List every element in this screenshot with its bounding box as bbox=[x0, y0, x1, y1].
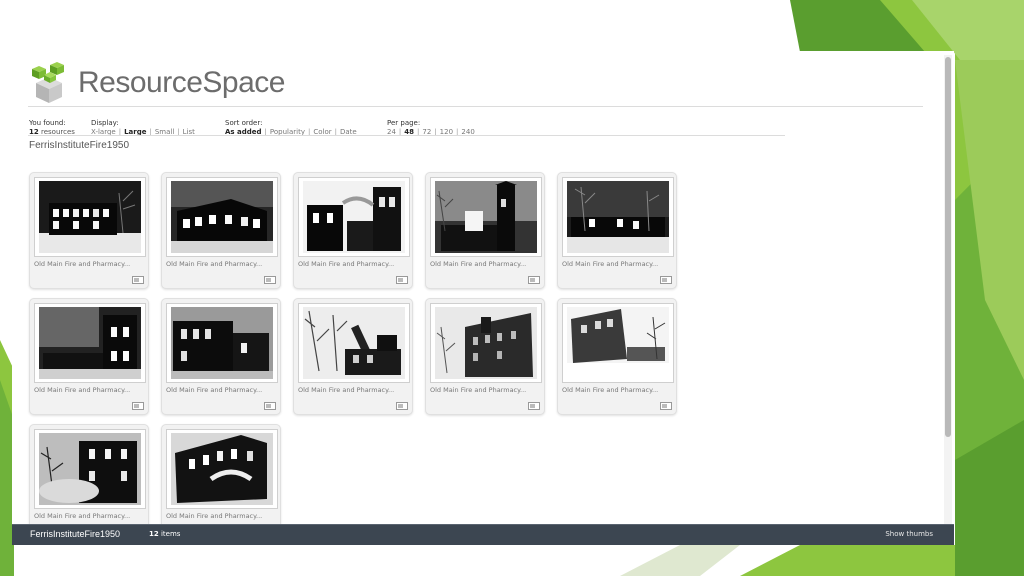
photo-image bbox=[39, 181, 141, 253]
resource-thumbnail[interactable] bbox=[298, 303, 410, 383]
resource-card[interactable]: Old Main Fire and Pharmacy... bbox=[29, 298, 149, 415]
resource-card[interactable]: Old Main Fire and Pharmacy... bbox=[161, 172, 281, 289]
photo-image bbox=[567, 181, 669, 253]
resource-title[interactable]: Old Main Fire and Pharmacy... bbox=[166, 512, 278, 520]
resource-thumbnail[interactable] bbox=[562, 177, 674, 257]
photo-image bbox=[39, 307, 141, 379]
resource-thumbnail[interactable] bbox=[166, 429, 278, 509]
preview-icon[interactable] bbox=[660, 276, 672, 284]
resource-card[interactable]: Old Main Fire and Pharmacy... bbox=[557, 298, 677, 415]
logo-text: ResourceSpace bbox=[78, 66, 285, 99]
resource-title[interactable]: Old Main Fire and Pharmacy... bbox=[166, 386, 278, 394]
resource-card[interactable]: Old Main Fire and Pharmacy... bbox=[425, 298, 545, 415]
collection-title: FerrisInstituteFire1950 bbox=[29, 140, 130, 151]
collection-bar: FerrisInstituteFire1950 12 items Show th… bbox=[12, 524, 954, 545]
resource-thumbnail[interactable] bbox=[34, 177, 146, 257]
preview-icon[interactable] bbox=[264, 402, 276, 410]
preview-icon[interactable] bbox=[132, 402, 144, 410]
vertical-scrollbar[interactable] bbox=[944, 55, 952, 535]
resource-grid: Old Main Fire and Pharmacy... Old Main F… bbox=[29, 172, 729, 545]
photo-image bbox=[171, 307, 273, 379]
photo-image bbox=[303, 181, 405, 253]
preview-icon[interactable] bbox=[396, 402, 408, 410]
resource-thumbnail[interactable] bbox=[562, 303, 674, 383]
preview-icon[interactable] bbox=[528, 276, 540, 284]
resource-thumbnail[interactable] bbox=[166, 177, 278, 257]
photo-image bbox=[171, 181, 273, 253]
resource-card[interactable]: Old Main Fire and Pharmacy... bbox=[293, 172, 413, 289]
photo-image bbox=[567, 307, 669, 379]
photo-image bbox=[435, 181, 537, 253]
resource-card[interactable]: Old Main Fire and Pharmacy... bbox=[161, 298, 281, 415]
resource-title[interactable]: Old Main Fire and Pharmacy... bbox=[34, 512, 146, 520]
photo-image bbox=[171, 433, 273, 505]
resource-thumbnail[interactable] bbox=[430, 177, 542, 257]
show-thumbs-button[interactable]: Show thumbs bbox=[885, 530, 933, 538]
resource-card[interactable]: Old Main Fire and Pharmacy... bbox=[557, 172, 677, 289]
photo-image bbox=[39, 433, 141, 505]
resource-card[interactable]: Old Main Fire and Pharmacy... bbox=[293, 298, 413, 415]
resource-thumbnail[interactable] bbox=[34, 303, 146, 383]
preview-icon[interactable] bbox=[132, 276, 144, 284]
green-cubes-logo-icon bbox=[32, 62, 64, 103]
header-divider bbox=[28, 106, 923, 107]
preview-icon[interactable] bbox=[660, 402, 672, 410]
resource-title[interactable]: Old Main Fire and Pharmacy... bbox=[34, 386, 146, 394]
app-logo[interactable]: ResourceSpace bbox=[28, 61, 288, 105]
resource-title[interactable]: Old Main Fire and Pharmacy... bbox=[430, 386, 542, 394]
resource-thumbnail[interactable] bbox=[430, 303, 542, 383]
meta-divider bbox=[28, 135, 785, 136]
resource-title[interactable]: Old Main Fire and Pharmacy... bbox=[34, 260, 146, 268]
photo-image bbox=[303, 307, 405, 379]
resource-title[interactable]: Old Main Fire and Pharmacy... bbox=[430, 260, 542, 268]
resource-card[interactable]: Old Main Fire and Pharmacy... bbox=[425, 172, 545, 289]
resource-title[interactable]: Old Main Fire and Pharmacy... bbox=[562, 260, 674, 268]
resource-thumbnail[interactable] bbox=[34, 429, 146, 509]
resource-title[interactable]: Old Main Fire and Pharmacy... bbox=[298, 260, 410, 268]
collection-item-count: 12 items bbox=[149, 530, 181, 538]
resource-thumbnail[interactable] bbox=[298, 177, 410, 257]
resource-title[interactable]: Old Main Fire and Pharmacy... bbox=[298, 386, 410, 394]
resource-title[interactable]: Old Main Fire and Pharmacy... bbox=[562, 386, 674, 394]
preview-icon[interactable] bbox=[264, 276, 276, 284]
photo-image bbox=[435, 307, 537, 379]
resourcespace-window: ResourceSpace You found: 12 resources Di… bbox=[12, 51, 954, 545]
resource-title[interactable]: Old Main Fire and Pharmacy... bbox=[166, 260, 278, 268]
preview-icon[interactable] bbox=[396, 276, 408, 284]
resource-card[interactable]: Old Main Fire and Pharmacy... bbox=[29, 172, 149, 289]
resource-thumbnail[interactable] bbox=[166, 303, 278, 383]
scrollbar-thumb[interactable] bbox=[945, 57, 951, 437]
preview-icon[interactable] bbox=[528, 402, 540, 410]
collection-bar-title[interactable]: FerrisInstituteFire1950 bbox=[30, 529, 120, 539]
